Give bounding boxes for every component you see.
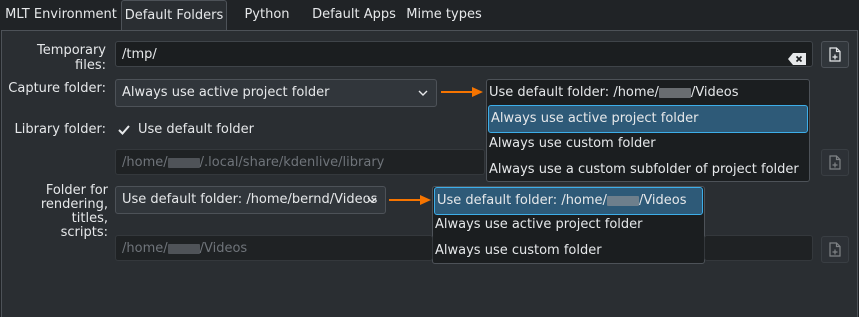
tab-mime-types[interactable]: Mime types — [404, 0, 484, 30]
rendering-folder-selected: Use default folder: /home/bernd/Videos — [122, 192, 378, 207]
tab-default-folders[interactable]: Default Folders — [121, 0, 227, 32]
library-folder-browse-button[interactable] — [821, 149, 849, 176]
dropdown-option-custom-folder[interactable]: Always use custom folder — [433, 238, 704, 264]
capture-folder-label: Capture folder: — [8, 81, 106, 96]
redacted-username — [167, 243, 200, 254]
open-folder-icon — [829, 47, 841, 62]
rendering-folder-combo[interactable]: Use default folder: /home/bernd/Videos — [115, 186, 386, 214]
arrow-right-icon — [389, 195, 431, 205]
chevron-down-icon — [418, 90, 428, 96]
dropdown-option-custom-folder[interactable]: Always use custom folder — [487, 131, 809, 157]
use-default-folder-checkbox-label[interactable]: Use default folder — [138, 122, 254, 137]
temporary-files-browse-button[interactable] — [821, 41, 849, 68]
tab-bar: MLT Environment Default Folders Python D… — [0, 0, 859, 32]
checkmark-icon[interactable] — [117, 123, 131, 137]
open-folder-icon — [829, 155, 841, 170]
capture-folder-combo[interactable]: Always use active project folder — [115, 79, 437, 107]
temporary-files-input[interactable]: /tmp/ — [115, 41, 813, 67]
rendering-folder-path: /home//Videos — [115, 235, 433, 261]
capture-folder-selected: Always use active project folder — [122, 85, 330, 100]
rendering-folder-path-extension — [704, 235, 813, 261]
dropdown-option-custom-subfolder[interactable]: Always use a custom subfolder of project… — [487, 157, 809, 183]
rendering-folder-dropdown: Use default folder: /home//Videos Always… — [432, 186, 705, 264]
capture-folder-dropdown: Use default folder: /home//Videos Always… — [486, 79, 810, 182]
redacted-username — [167, 157, 200, 168]
temporary-files-value: /tmp/ — [122, 47, 157, 62]
dropdown-option-default-folder[interactable]: Use default folder: /home//Videos — [487, 80, 809, 106]
library-folder-label: Library folder: — [14, 122, 106, 137]
rendering-folder-label: Folder for rendering, titles, scripts: — [40, 183, 108, 240]
rendering-folder-browse-button[interactable] — [821, 236, 849, 263]
dropdown-option-default-folder[interactable]: Use default folder: /home//Videos — [434, 187, 703, 215]
redacted-username — [658, 87, 691, 98]
dropdown-option-active-project[interactable]: Always use active project folder — [488, 105, 808, 133]
redacted-username — [606, 195, 639, 206]
tab-mlt-environment[interactable]: MLT Environment — [4, 0, 118, 30]
temporary-files-label: Temporary files: — [37, 43, 106, 73]
dropdown-option-active-project[interactable]: Always use active project folder — [433, 212, 704, 238]
clear-icon[interactable] — [788, 49, 806, 65]
arrow-right-icon — [441, 87, 483, 97]
tab-python[interactable]: Python — [232, 0, 302, 30]
chevron-down-icon — [367, 197, 377, 203]
open-folder-icon — [829, 242, 841, 257]
library-folder-path: /home//.local/share/kdenlive/library — [115, 149, 485, 175]
tab-default-apps[interactable]: Default Apps — [308, 0, 400, 30]
